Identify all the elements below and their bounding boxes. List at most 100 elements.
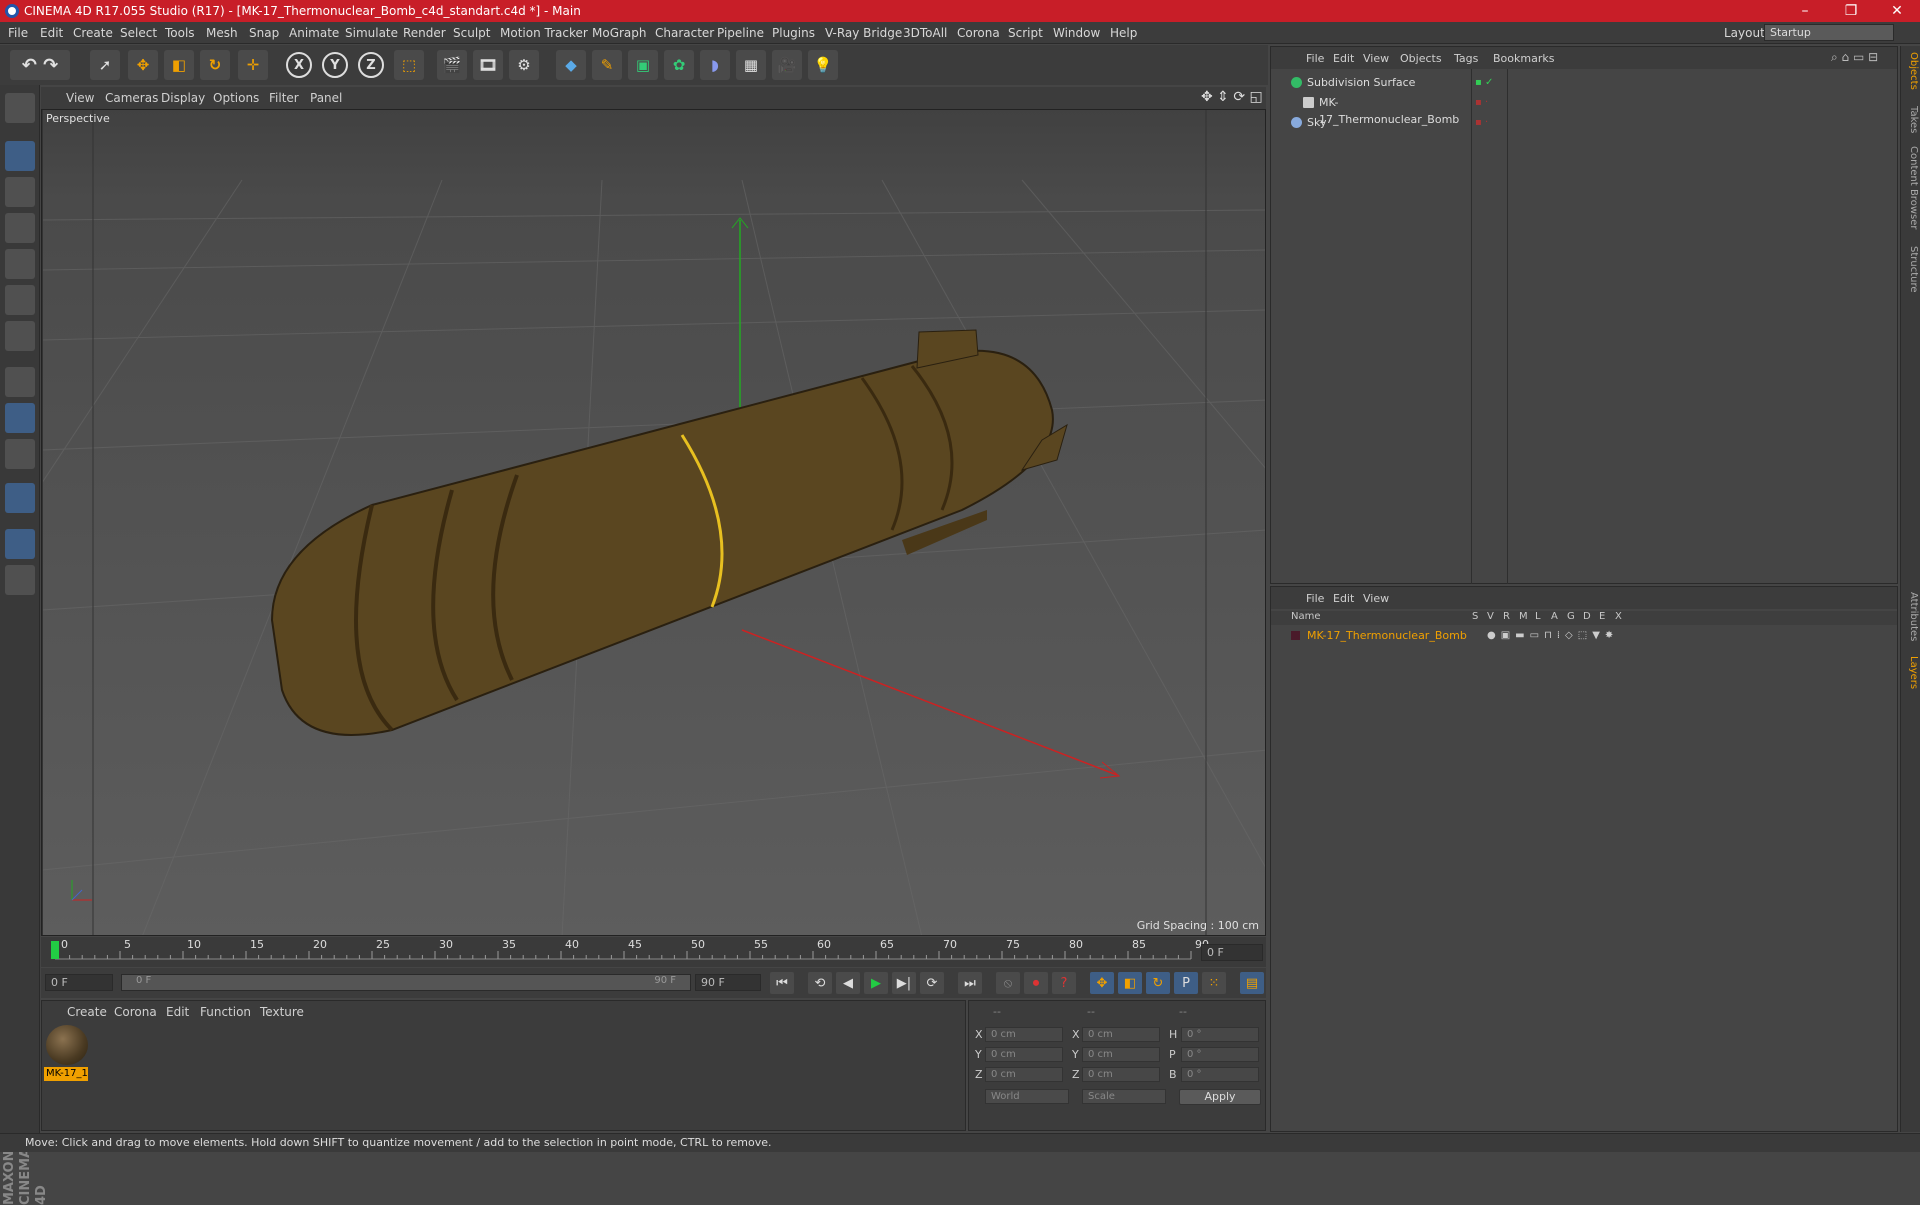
- material-menu-texture[interactable]: Texture: [260, 1005, 304, 1019]
- menu-plugins[interactable]: Plugins: [772, 26, 815, 40]
- coordinate-mode-dropdown[interactable]: World: [985, 1089, 1069, 1104]
- move-tool-icon[interactable]: ✥: [128, 50, 158, 80]
- menu-sculpt[interactable]: Sculpt: [453, 26, 490, 40]
- current-frame-field[interactable]: 0 F: [1201, 944, 1263, 961]
- start-frame-field[interactable]: 0 F: [45, 974, 113, 991]
- go-to-end-icon[interactable]: ⏭: [958, 972, 982, 994]
- rot-b-field[interactable]: 0 °: [1181, 1067, 1259, 1082]
- play-forward-icon[interactable]: ▶: [864, 972, 888, 994]
- minimize-button[interactable]: –: [1782, 0, 1828, 22]
- layer-color-swatch[interactable]: [1291, 631, 1300, 640]
- objects-menu-file[interactable]: File: [1306, 52, 1324, 65]
- deformer-icon[interactable]: ◗: [700, 50, 730, 80]
- autokey-icon[interactable]: ⏺: [1024, 972, 1048, 994]
- material-menu-function[interactable]: Function: [200, 1005, 251, 1019]
- cube-primitive-icon[interactable]: ◆: [556, 50, 586, 80]
- apply-button[interactable]: Apply: [1179, 1089, 1261, 1105]
- scale-tool-icon[interactable]: ◧: [164, 50, 194, 80]
- rot-h-field[interactable]: 0 °: [1181, 1027, 1259, 1042]
- pen-spline-icon[interactable]: ✎: [592, 50, 622, 80]
- render-view-icon[interactable]: 🎬: [437, 50, 467, 80]
- key-pla-icon[interactable]: ⁙: [1202, 972, 1226, 994]
- texture-mode-icon[interactable]: [5, 177, 35, 207]
- move-cross-icon[interactable]: ✛: [238, 50, 268, 80]
- tab-content-browser[interactable]: Content Browser: [1903, 146, 1919, 229]
- render-settings-icon[interactable]: ⚙: [509, 50, 539, 80]
- rotate-tool-icon[interactable]: ↻: [200, 50, 230, 80]
- workplane-icon[interactable]: [5, 213, 35, 243]
- render-picture-viewer-icon[interactable]: 🎞: [473, 50, 503, 80]
- polygons-mode-icon[interactable]: [5, 321, 35, 351]
- visibility-check-icon[interactable]: ▪ ✓: [1475, 77, 1493, 88]
- end-frame-field[interactable]: 90 F: [695, 974, 761, 991]
- make-editable-icon[interactable]: [5, 93, 35, 123]
- 3d-viewport[interactable]: Perspective Grid Spacing : 100 cm: [41, 109, 1266, 936]
- close-button[interactable]: ✕: [1874, 0, 1920, 22]
- go-to-start-icon[interactable]: ⏮: [770, 972, 794, 994]
- tab-layers[interactable]: Layers: [1903, 656, 1919, 689]
- size-z-field[interactable]: 0 cm: [1082, 1067, 1160, 1082]
- tab-objects[interactable]: Objects: [1903, 52, 1919, 90]
- object-row-subdivision-surface[interactable]: Subdivision Surface: [1291, 74, 1461, 91]
- objects-menu-edit[interactable]: Edit: [1333, 52, 1354, 65]
- viewport-menu-cameras[interactable]: Cameras: [105, 91, 158, 105]
- x-axis-handle[interactable]: [741, 629, 1118, 776]
- size-mode-dropdown[interactable]: Scale: [1082, 1089, 1166, 1104]
- viewport-menu-panel[interactable]: Panel: [310, 91, 342, 105]
- menu-tools[interactable]: Tools: [165, 26, 195, 40]
- timeline-ruler[interactable]: 051015202530354045505560657075808590 0 F: [41, 937, 1266, 967]
- menu-file[interactable]: File: [8, 26, 28, 40]
- pos-y-field[interactable]: 0 cm: [985, 1047, 1063, 1062]
- next-key-icon[interactable]: ⟳: [920, 972, 944, 994]
- solo-mode-icon[interactable]: [5, 439, 35, 469]
- material-menu-create[interactable]: Create: [67, 1005, 107, 1019]
- menu-help[interactable]: Help: [1110, 26, 1137, 40]
- objects-menu-tags[interactable]: Tags: [1454, 52, 1478, 65]
- menu-edit[interactable]: Edit: [40, 26, 63, 40]
- menu-pipeline[interactable]: Pipeline: [717, 26, 764, 40]
- object-search-icon[interactable]: ⌕ ⌂ ▭ ⊟: [1831, 50, 1878, 65]
- viewport-menu-options[interactable]: Options: [213, 91, 259, 105]
- key-scale-icon[interactable]: ◧: [1118, 972, 1142, 994]
- size-x-field[interactable]: 0 cm: [1082, 1027, 1160, 1042]
- playhead[interactable]: [51, 941, 59, 959]
- rot-p-field[interactable]: 0 °: [1181, 1047, 1259, 1062]
- menu-character[interactable]: Character: [655, 26, 714, 40]
- keyframe-selection-icon[interactable]: ?: [1052, 972, 1076, 994]
- menu-window[interactable]: Window: [1053, 26, 1100, 40]
- cloner-icon[interactable]: ✿: [664, 50, 694, 80]
- z-axis-lock-button[interactable]: Z: [358, 52, 384, 78]
- menu-simulate[interactable]: Simulate: [345, 26, 398, 40]
- objects-menu-objects[interactable]: Objects: [1400, 52, 1442, 65]
- menu-vray-bridge[interactable]: V-Ray Bridge: [825, 26, 902, 40]
- menu-mograph[interactable]: MoGraph: [592, 26, 647, 40]
- layers-menu-edit[interactable]: Edit: [1333, 592, 1354, 605]
- points-mode-icon[interactable]: [5, 249, 35, 279]
- material-menu-edit[interactable]: Edit: [166, 1005, 189, 1019]
- key-rotation-icon[interactable]: ↻: [1146, 972, 1170, 994]
- key-position-icon[interactable]: ✥: [1090, 972, 1114, 994]
- menu-corona[interactable]: Corona: [957, 26, 1000, 40]
- tab-takes[interactable]: Takes: [1903, 106, 1919, 133]
- edges-mode-icon[interactable]: [5, 285, 35, 315]
- undo-redo-icon[interactable]: ↶ ↷: [10, 50, 70, 80]
- object-row-mk17-bomb[interactable]: MK-17_Thermonuclear_Bomb: [1303, 94, 1473, 126]
- model-mode-icon[interactable]: [5, 141, 35, 171]
- pos-z-field[interactable]: 0 cm: [985, 1067, 1063, 1082]
- frame-range-slider[interactable]: 0 F 90 F: [121, 974, 691, 991]
- material-name-label[interactable]: MK-17_1: [44, 1067, 88, 1081]
- coordinate-system-icon[interactable]: ⬚: [394, 50, 424, 80]
- menu-create[interactable]: Create: [73, 26, 113, 40]
- previous-frame-icon[interactable]: ◀: [836, 972, 860, 994]
- viewport-menu-filter[interactable]: Filter: [269, 91, 299, 105]
- live-selection-icon[interactable]: ➚: [90, 50, 120, 80]
- layers-menu-view[interactable]: View: [1363, 592, 1389, 605]
- key-parameter-icon[interactable]: P: [1174, 972, 1198, 994]
- timeline-window-icon[interactable]: ▤: [1240, 972, 1264, 994]
- material-menu-corona[interactable]: Corona: [114, 1005, 157, 1019]
- material-thumbnail[interactable]: [46, 1025, 88, 1065]
- size-y-field[interactable]: 0 cm: [1082, 1047, 1160, 1062]
- axis-mode-icon[interactable]: [5, 367, 35, 397]
- tab-attributes[interactable]: Attributes: [1903, 592, 1919, 641]
- locked-workplane-icon[interactable]: [5, 529, 35, 559]
